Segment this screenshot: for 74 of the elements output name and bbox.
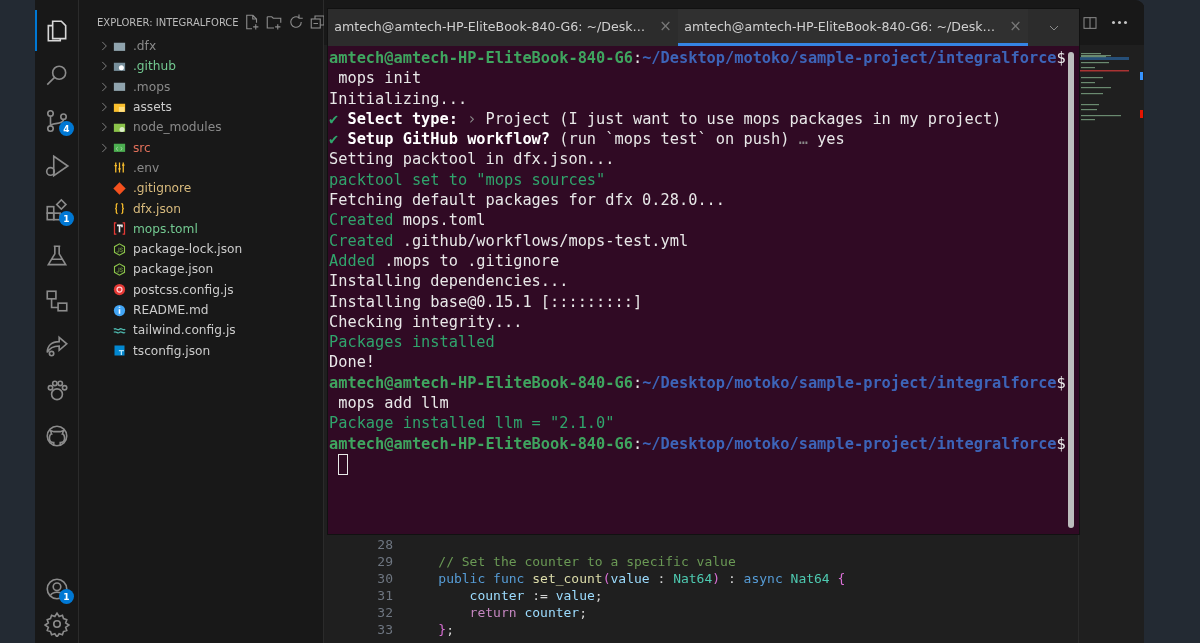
collapse-icon[interactable] bbox=[308, 13, 327, 31]
file-name[interactable]: package-lock.json bbox=[133, 239, 243, 260]
terminal-line: Created .github/workflows/mops-test.yml bbox=[329, 230, 690, 251]
terminal-line: amtech@amtech-HP-EliteBook-840-G6:~/Desktop/motoko/sample-project/integralforce$ bbox=[329, 48, 1067, 69]
file-name[interactable]: tsconfig.json bbox=[133, 340, 211, 361]
folder-name[interactable]: .dfx bbox=[133, 36, 157, 57]
terminal-tab[interactable]: amtech@amtech-HP-EliteBook-840-G6: ~/Desk… × bbox=[678, 9, 1028, 46]
file-name[interactable]: tailwind.config.js bbox=[133, 320, 236, 341]
file-name[interactable]: mops.toml bbox=[133, 218, 198, 239]
letter-t-icon bbox=[112, 221, 127, 237]
file-name[interactable]: .gitignore bbox=[133, 178, 192, 199]
terminal-line: Added .mops to .gitignore bbox=[329, 250, 561, 272]
terminal-line: Packages installed bbox=[329, 332, 496, 353]
line-number: 29 bbox=[376, 553, 394, 570]
terminal-line: amtech@amtech-HP-EliteBook-840-G6:~/Desktop/motoko/sample-project/integralforce$ bbox=[329, 433, 1067, 454]
braces-icon bbox=[112, 201, 127, 216]
count-badge: 1 bbox=[59, 589, 74, 604]
code-line: return counter; bbox=[468, 604, 588, 621]
cat-circle-icon[interactable] bbox=[43, 422, 70, 449]
active-indicator bbox=[35, 10, 37, 51]
scrollbar[interactable] bbox=[1068, 52, 1074, 528]
line-number: 28 bbox=[376, 536, 394, 553]
terminal-line: Checking integrity... bbox=[329, 311, 524, 333]
terminal-tab[interactable]: amtech@amtech-HP-EliteBook-840-G6: ~/Desk… × bbox=[328, 9, 678, 46]
code-line: }; bbox=[437, 621, 454, 638]
terminal-line: mops init bbox=[337, 68, 423, 89]
info-icon bbox=[112, 302, 127, 318]
code-line: public func set_count(value : Nat64) : async Nat64 { bbox=[437, 570, 846, 587]
account-icon[interactable] bbox=[43, 575, 70, 602]
line-number: 32 bbox=[376, 604, 394, 621]
split-editor-icon[interactable] bbox=[1082, 14, 1098, 31]
terminal-line: Done! bbox=[329, 352, 377, 373]
folder-name[interactable]: src bbox=[133, 137, 151, 158]
terminal-line: ✔ Setup GitHub workflow? (run `mops test` on push) … yes bbox=[329, 129, 846, 150]
count-badge: 4 bbox=[59, 121, 74, 136]
terminal-line: Setting packtool in dfx.json... bbox=[329, 149, 616, 170]
file-name[interactable]: package.json bbox=[133, 259, 214, 280]
terminal-line: mops add llm bbox=[337, 393, 450, 414]
terminal-line: Package installed llm = "2.1.0" bbox=[329, 413, 616, 434]
explorer-title: EXPLORER: INTEGRALFORCE bbox=[97, 16, 239, 28]
file-badge-icon bbox=[112, 343, 127, 359]
folder-name[interactable]: .github bbox=[133, 56, 176, 77]
sliders-icon bbox=[112, 160, 127, 176]
line-number: 31 bbox=[376, 587, 394, 604]
settings-icon[interactable] bbox=[43, 611, 70, 637]
hexagon-icon bbox=[112, 241, 127, 257]
scroll-marker bbox=[1140, 110, 1143, 118]
file-name[interactable]: postcss.config.js bbox=[133, 279, 234, 300]
terminal-line: packtool set to "mops sources" bbox=[329, 169, 607, 191]
remote-explorer-icon[interactable] bbox=[43, 287, 70, 314]
count-badge: 1 bbox=[59, 211, 74, 226]
new-folder-icon[interactable] bbox=[264, 13, 283, 31]
terminal-line: Installing dependencies... bbox=[329, 271, 570, 292]
hexagon-icon bbox=[112, 261, 127, 277]
ring-icon bbox=[112, 282, 127, 298]
file-name[interactable]: .env bbox=[133, 157, 160, 178]
run-debug-icon[interactable] bbox=[43, 152, 70, 179]
code-line: // Set the counter to a specific value bbox=[437, 553, 736, 570]
terminal-line: amtech@amtech-HP-EliteBook-840-G6:~/Desktop/motoko/sample-project/integralforce$ bbox=[329, 372, 1067, 394]
code-line: counter := value; bbox=[468, 587, 603, 604]
terminal-line: Initializing... bbox=[329, 88, 469, 109]
file-name[interactable]: dfx.json bbox=[133, 198, 182, 219]
terminal-line: Fetching default packages for dfx 0.28.0... bbox=[329, 190, 726, 211]
folder-name[interactable]: assets bbox=[133, 97, 172, 118]
terminal-line: Created mops.toml bbox=[329, 210, 487, 231]
line-number: 33 bbox=[376, 621, 394, 638]
file-name[interactable]: README.md bbox=[133, 300, 209, 320]
terminal-line: Installing base@0.15.1 [:::::::::] bbox=[329, 291, 644, 312]
folder-name[interactable]: .mops bbox=[133, 76, 171, 97]
folder-name[interactable]: node_modules bbox=[133, 117, 222, 138]
line-number: 30 bbox=[376, 570, 394, 587]
terminal-line: ✔ Select type: › Project (I just want to use mops packages in my project) bbox=[329, 108, 1003, 130]
scroll-marker bbox=[1140, 72, 1143, 80]
more-actions-icon[interactable] bbox=[1112, 21, 1127, 24]
